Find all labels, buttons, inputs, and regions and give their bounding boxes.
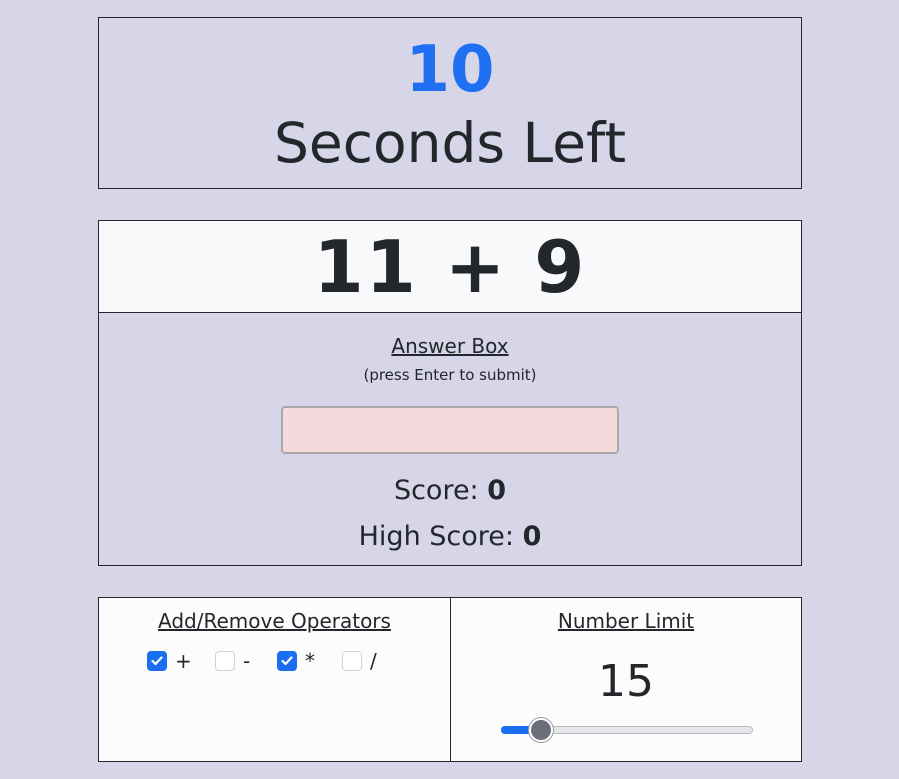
operators-panel: Add/Remove Operators + - * / xyxy=(98,597,451,762)
operator-multiply-checkbox[interactable] xyxy=(277,651,297,671)
answer-input[interactable] xyxy=(281,406,619,454)
answer-box-title: Answer Box xyxy=(391,334,509,358)
operator-multiply-label: * xyxy=(305,649,315,673)
seconds-count: 10 xyxy=(405,33,495,107)
operator-divide-checkbox[interactable] xyxy=(342,651,362,671)
operator-minus-label: - xyxy=(243,649,251,673)
answer-hint: (press Enter to submit) xyxy=(363,366,537,384)
operator-multiply[interactable]: * xyxy=(277,650,315,672)
number-limit-slider[interactable] xyxy=(501,718,753,742)
score-label: Score: xyxy=(393,475,488,506)
number-limit-panel: Number Limit 15 xyxy=(450,597,802,762)
question-panel: 11 + 9 xyxy=(98,220,802,313)
question-text: 11 + 9 xyxy=(313,225,587,309)
high-score-line: High Score: 0 xyxy=(99,523,801,550)
score-line: Score: 0 xyxy=(99,477,801,504)
operator-minus-checkbox[interactable] xyxy=(215,651,235,671)
operator-minus[interactable]: - xyxy=(215,650,250,672)
high-score-label: High Score: xyxy=(358,521,523,552)
seconds-label: Seconds Left xyxy=(273,111,627,175)
operator-plus[interactable]: + xyxy=(147,650,192,672)
operator-divide[interactable]: / xyxy=(342,650,377,672)
operator-divide-label: / xyxy=(370,649,377,673)
operator-plus-checkbox[interactable] xyxy=(147,651,167,671)
answer-panel: Answer Box (press Enter to submit) Score… xyxy=(98,312,802,566)
checkmark-icon xyxy=(151,656,163,666)
number-limit-value: 15 xyxy=(598,656,654,707)
number-limit-title: Number Limit xyxy=(557,609,695,633)
score-value: 0 xyxy=(487,475,507,506)
operator-plus-label: + xyxy=(175,649,192,673)
checkmark-icon xyxy=(281,656,293,666)
high-score-value: 0 xyxy=(522,521,542,552)
timer-panel: 10 Seconds Left xyxy=(98,17,802,189)
operators-title: Add/Remove Operators xyxy=(158,609,391,633)
slider-thumb[interactable] xyxy=(529,718,553,742)
